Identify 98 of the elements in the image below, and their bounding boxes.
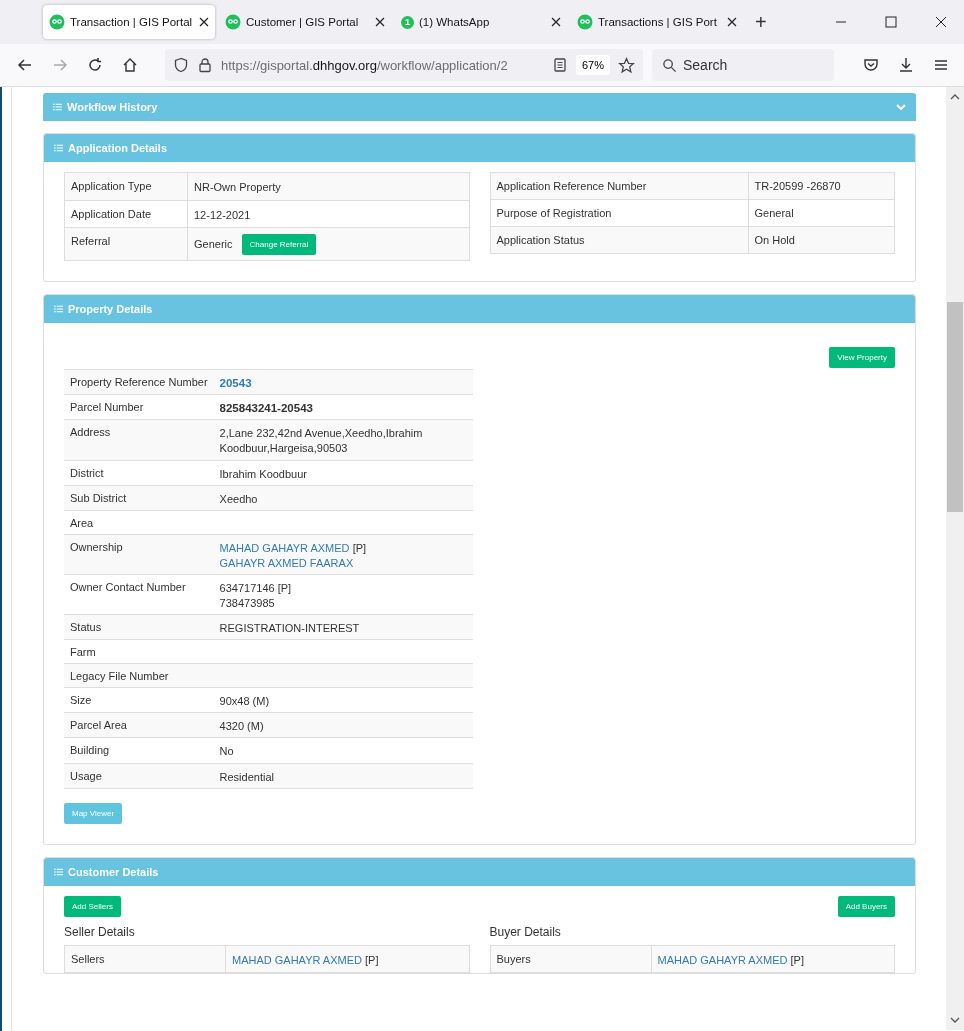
primary-marker: [P] — [352, 541, 367, 554]
primary-marker: [P] — [277, 582, 292, 595]
field-label: Application Type — [64, 172, 188, 201]
field-value: 634717146 — [219, 582, 275, 595]
tab-title: (1) WhatsApp — [419, 16, 491, 28]
tab-title: Customer | GIS Portal — [246, 16, 360, 28]
field-value: TR-20599 -26870 — [748, 172, 895, 200]
close-icon[interactable] — [375, 17, 385, 27]
field-label: Parcel Area — [64, 712, 214, 738]
field-label: Parcel Number — [64, 394, 214, 420]
lock-icon — [197, 57, 213, 73]
field-value: 4320 (M) — [219, 720, 264, 733]
field-label: Building — [64, 737, 214, 763]
add-buyers-button[interactable]: Add Buyers — [837, 895, 895, 917]
field-value: General — [748, 199, 895, 227]
field-value: Residential — [219, 770, 274, 783]
add-sellers-button[interactable]: Add Sellers — [64, 895, 121, 917]
field-label: Purpose of Registration — [490, 199, 748, 227]
section-heading: Seller Details — [64, 924, 136, 939]
field-label: Buyers — [490, 945, 651, 973]
primary-marker: [P] — [790, 953, 804, 966]
section-heading: Buyer Details — [489, 924, 562, 939]
field-label: Ownership — [64, 534, 214, 575]
field-label: Property Reference Number — [64, 369, 214, 395]
shield-icon — [173, 57, 189, 73]
maximize-icon[interactable] — [885, 16, 897, 28]
field-label: Address — [64, 419, 214, 461]
field-label: Application Reference Number — [490, 172, 748, 200]
value-link[interactable]: MAHAD GAHAYR AXMED — [657, 953, 788, 966]
owl-logo-icon — [49, 14, 65, 30]
notification-badge: 1 — [401, 15, 414, 29]
change-referral-button[interactable]: Change Referral — [241, 234, 317, 256]
field-label: District — [64, 460, 214, 486]
owl-logo-icon — [577, 14, 593, 30]
value-link[interactable]: MAHAD GAHAYR AXMED — [219, 541, 350, 554]
address-bar[interactable]: https://gisportal.dhhgov.org/workflow/application/2 67% — [165, 49, 643, 81]
close-icon[interactable] — [551, 17, 561, 27]
owl-logo-icon — [225, 14, 241, 30]
value-link[interactable]: 20543 — [219, 377, 252, 390]
zoom-level[interactable]: 67% — [575, 55, 610, 75]
close-icon[interactable] — [199, 17, 209, 27]
reader-view-icon[interactable] — [551, 57, 568, 73]
field-label: Farm — [64, 639, 214, 664]
field-value: 738473985 — [219, 597, 275, 610]
download-icon[interactable] — [898, 57, 914, 73]
field-value: 2,Lane 232,42nd Avenue,Xeedho,Ibrahim Koodbuur,Hargeisa,90503 — [219, 427, 423, 455]
field-label: Status — [64, 614, 214, 640]
browser-tab[interactable]: 1 (1) WhatsApp — [395, 5, 567, 39]
field-value: Ibrahim Koodbuur — [219, 467, 307, 480]
browser-tab[interactable]: Transaction | GIS Portal — [43, 5, 215, 39]
close-icon[interactable] — [727, 17, 737, 27]
browser-tab[interactable]: Customer | GIS Portal — [219, 5, 391, 39]
reload-icon[interactable] — [87, 57, 103, 73]
field-value: 12-12-2021 — [194, 208, 251, 221]
field-label: Sellers — [64, 945, 226, 973]
field-label: Referral — [64, 227, 188, 261]
field-value: Xeedho — [219, 492, 258, 505]
close-icon[interactable] — [935, 16, 947, 28]
panel-title: Customer Details — [68, 865, 160, 878]
list-icon — [54, 144, 63, 152]
list-icon — [54, 867, 63, 876]
field-label: Sub District — [64, 485, 214, 511]
back-arrow-icon[interactable] — [17, 57, 33, 73]
field-label: Application Date — [64, 200, 188, 228]
field-label: Owner Contact Number — [64, 574, 214, 615]
value-link[interactable]: GAHAYR AXMED FAARAX — [219, 556, 354, 569]
field-value: 90x48 (M) — [219, 695, 270, 708]
scrollbar-drawing[interactable] — [946, 87, 964, 1030]
field-value: REGISTRATION-INTEREST — [219, 622, 360, 635]
list-icon — [53, 103, 62, 111]
home-icon[interactable] — [122, 57, 138, 73]
view-property-button[interactable]: View Property — [829, 347, 895, 369]
field-value: On Hold — [748, 226, 895, 254]
primary-marker: [P] — [365, 953, 379, 966]
value-link[interactable]: MAHAD GAHAYR AXMED — [232, 953, 362, 966]
panel-title: Property Details — [68, 303, 154, 316]
star-icon[interactable] — [618, 56, 635, 74]
tab-title: Transaction | GIS Portal — [70, 16, 194, 28]
panel-title: Workflow History — [67, 101, 159, 113]
browser-tab[interactable]: Transactions | GIS Port — [571, 5, 743, 39]
tab-title: Transactions | GIS Port — [598, 16, 718, 28]
search-field[interactable]: Search — [652, 49, 834, 81]
field-label: Application Status — [490, 226, 748, 254]
field-label: Legacy File Number — [64, 663, 214, 688]
field-value: 825843241-20543 — [219, 402, 313, 415]
menu-icon[interactable] — [933, 57, 949, 73]
field-label: Usage — [64, 763, 214, 789]
list-icon — [54, 305, 63, 314]
search-icon — [662, 58, 677, 73]
field-label: Area — [64, 510, 214, 535]
new-tab-button[interactable]: + — [747, 10, 775, 34]
field-value: No — [219, 745, 234, 758]
field-value: Generic — [194, 237, 233, 250]
pocket-icon[interactable] — [863, 57, 879, 73]
url-text: https://gisportal.dhhgov.org/workflow/application/2 — [221, 57, 509, 73]
panel-title: Application Details — [68, 142, 169, 154]
field-value: NR-Own Property — [194, 180, 281, 193]
field-label: Size — [64, 687, 214, 713]
